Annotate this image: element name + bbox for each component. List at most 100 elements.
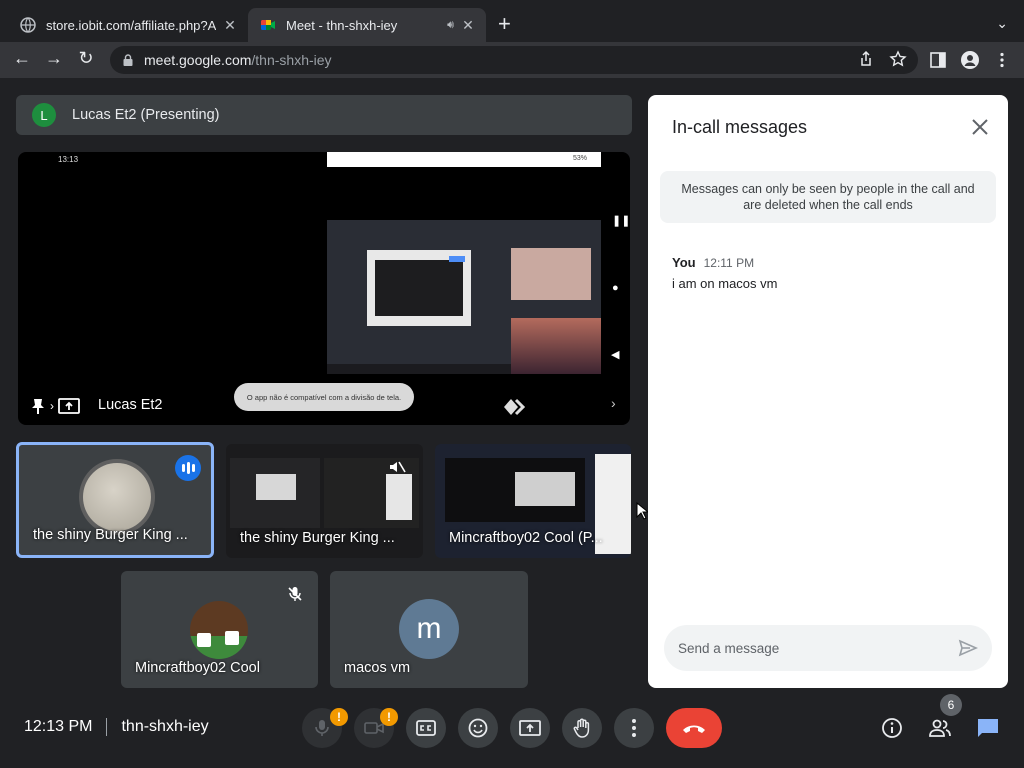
participant-name: macos vm bbox=[344, 660, 411, 676]
phone-status-bar: 53% bbox=[327, 152, 601, 167]
url-path: /thn-shxh-iey bbox=[251, 52, 332, 68]
shared-screen-thumb bbox=[256, 474, 296, 500]
raise-hand-button[interactable] bbox=[562, 708, 602, 748]
wallpaper-preview bbox=[511, 318, 601, 374]
chat-icon bbox=[978, 719, 998, 737]
info-icon bbox=[882, 718, 902, 738]
tab-search-icon[interactable]: ⌄ bbox=[996, 15, 1008, 32]
presenting-label: Lucas Et2 (Presenting) bbox=[72, 107, 220, 123]
hand-icon bbox=[573, 718, 590, 738]
camera-warning-icon: ! bbox=[380, 708, 398, 726]
back-triangle-icon: ◀ bbox=[611, 349, 620, 361]
meeting-details-button[interactable] bbox=[878, 714, 906, 742]
message-composer bbox=[664, 625, 992, 671]
battery-level: 53% bbox=[572, 155, 587, 162]
forward-icon[interactable]: → bbox=[42, 48, 66, 69]
chat-info-notice: Messages can only be seen by people in t… bbox=[660, 171, 996, 223]
new-tab-button[interactable]: + bbox=[498, 13, 511, 35]
message-header: You 12:11 PM bbox=[672, 255, 754, 270]
leave-call-button[interactable] bbox=[666, 708, 722, 748]
mic-off-icon bbox=[288, 587, 302, 601]
mic-icon bbox=[315, 720, 329, 736]
shared-screen-thumb bbox=[386, 474, 412, 520]
participant-photo bbox=[83, 463, 151, 531]
pin-icon[interactable] bbox=[30, 397, 46, 415]
more-options-button[interactable] bbox=[614, 708, 654, 748]
stage-controls: › bbox=[30, 396, 96, 416]
browser-tab-iobit[interactable]: store.iobit.com/affiliate.php?AC ✕ bbox=[8, 8, 248, 42]
participant-name: the shiny Burger King ... bbox=[240, 530, 395, 546]
lock-icon bbox=[123, 54, 133, 66]
more-vert-icon bbox=[632, 719, 636, 737]
present-to-all-icon[interactable] bbox=[58, 397, 80, 415]
profile-icon[interactable] bbox=[961, 51, 979, 69]
participant-tile[interactable]: Mincraftboy02 Cool bbox=[121, 571, 318, 688]
message-input[interactable] bbox=[678, 625, 938, 671]
browser-menu-icon[interactable] bbox=[993, 51, 1011, 69]
phone-clock: 13:13 bbox=[58, 155, 79, 164]
avatar-detail bbox=[197, 633, 211, 647]
pause-icon: ❚❚ bbox=[612, 215, 630, 227]
meeting-code[interactable]: thn-shxh-iey bbox=[121, 718, 208, 736]
taskbar bbox=[327, 364, 511, 374]
message-time: 12:11 PM bbox=[703, 256, 755, 270]
chevron-right-icon: › bbox=[50, 399, 54, 413]
chat-button[interactable] bbox=[974, 714, 1002, 742]
share-icon[interactable] bbox=[857, 50, 875, 68]
screen-share-logo-icon bbox=[504, 398, 526, 416]
participant-tile[interactable]: Mincraftboy02 Cool (P... bbox=[435, 444, 631, 558]
expand-chevron-icon[interactable]: › bbox=[611, 395, 616, 411]
close-tab-icon[interactable]: ✕ bbox=[222, 17, 238, 34]
people-button[interactable] bbox=[926, 714, 954, 742]
participant-name: the shiny Burger King ... bbox=[33, 527, 188, 543]
send-icon[interactable] bbox=[958, 638, 978, 658]
mouse-cursor-icon bbox=[636, 502, 648, 520]
browser-tab-strip: store.iobit.com/affiliate.php?AC ✕ Meet … bbox=[0, 0, 1024, 46]
home-icon: ● bbox=[612, 282, 619, 294]
tab-title: store.iobit.com/affiliate.php?AC bbox=[46, 17, 216, 33]
emoji-icon bbox=[468, 718, 488, 738]
address-bar[interactable]: meet.google.com/thn-shxh-iey bbox=[110, 46, 918, 74]
message-text: i am on macos vm bbox=[672, 276, 778, 291]
close-tab-icon[interactable]: ✕ bbox=[460, 17, 476, 34]
people-icon bbox=[929, 719, 951, 737]
presenting-banner: L Lucas Et2 (Presenting) bbox=[16, 95, 632, 135]
camera-preview bbox=[511, 248, 591, 300]
message-sender: You bbox=[672, 255, 696, 270]
side-panel-icon[interactable] bbox=[929, 51, 947, 69]
divider bbox=[106, 718, 108, 736]
tab-title: Meet - thn-shxh-iey bbox=[286, 17, 398, 33]
participant-count-badge: 6 bbox=[940, 694, 962, 716]
participant-tile[interactable]: m macos vm bbox=[330, 571, 528, 688]
present-button[interactable] bbox=[510, 708, 550, 748]
mic-warning-icon: ! bbox=[330, 708, 348, 726]
close-icon[interactable] bbox=[970, 117, 990, 137]
presentation-stage[interactable]: 13:13 53% ❚❚ ● ◀ O app não é compatível … bbox=[18, 152, 630, 425]
meeting-details: 12:13 PM thn-shxh-iey bbox=[24, 718, 209, 736]
participant-name: Mincraftboy02 Cool (P... bbox=[449, 530, 603, 546]
globe-icon bbox=[20, 17, 36, 33]
reload-icon[interactable]: ↻ bbox=[74, 48, 98, 69]
muted-speaker-icon bbox=[390, 461, 406, 473]
speaking-indicator-icon bbox=[175, 455, 201, 481]
shared-screen-thumb bbox=[515, 472, 575, 506]
participant-name: Mincraftboy02 Cool bbox=[135, 660, 260, 676]
back-icon[interactable]: ← bbox=[10, 48, 34, 69]
current-time: 12:13 PM bbox=[24, 718, 93, 735]
shared-window bbox=[367, 250, 471, 326]
captions-icon bbox=[416, 720, 436, 736]
browser-tab-meet[interactable]: Meet - thn-shxh-iey 🔊︎ ✕ bbox=[248, 8, 486, 42]
reactions-button[interactable] bbox=[458, 708, 498, 748]
browser-toolbar: ← → ↻ meet.google.com/thn-shxh-iey bbox=[0, 42, 1024, 78]
participant-tile[interactable]: the shiny Burger King ... bbox=[226, 444, 423, 558]
chat-panel: In-call messages Messages can only be se… bbox=[648, 95, 1008, 688]
participant-avatar-letter: m bbox=[399, 599, 459, 659]
presenter-name: Lucas Et2 bbox=[98, 397, 163, 413]
chat-title: In-call messages bbox=[672, 117, 808, 137]
bookmark-star-icon[interactable] bbox=[889, 50, 907, 68]
captions-button[interactable] bbox=[406, 708, 446, 748]
speaker-icon[interactable]: 🔊︎ bbox=[447, 19, 454, 32]
presenter-avatar: L bbox=[32, 103, 56, 127]
meet-icon bbox=[261, 20, 275, 30]
participant-tile[interactable]: the shiny Burger King ... bbox=[16, 442, 214, 558]
